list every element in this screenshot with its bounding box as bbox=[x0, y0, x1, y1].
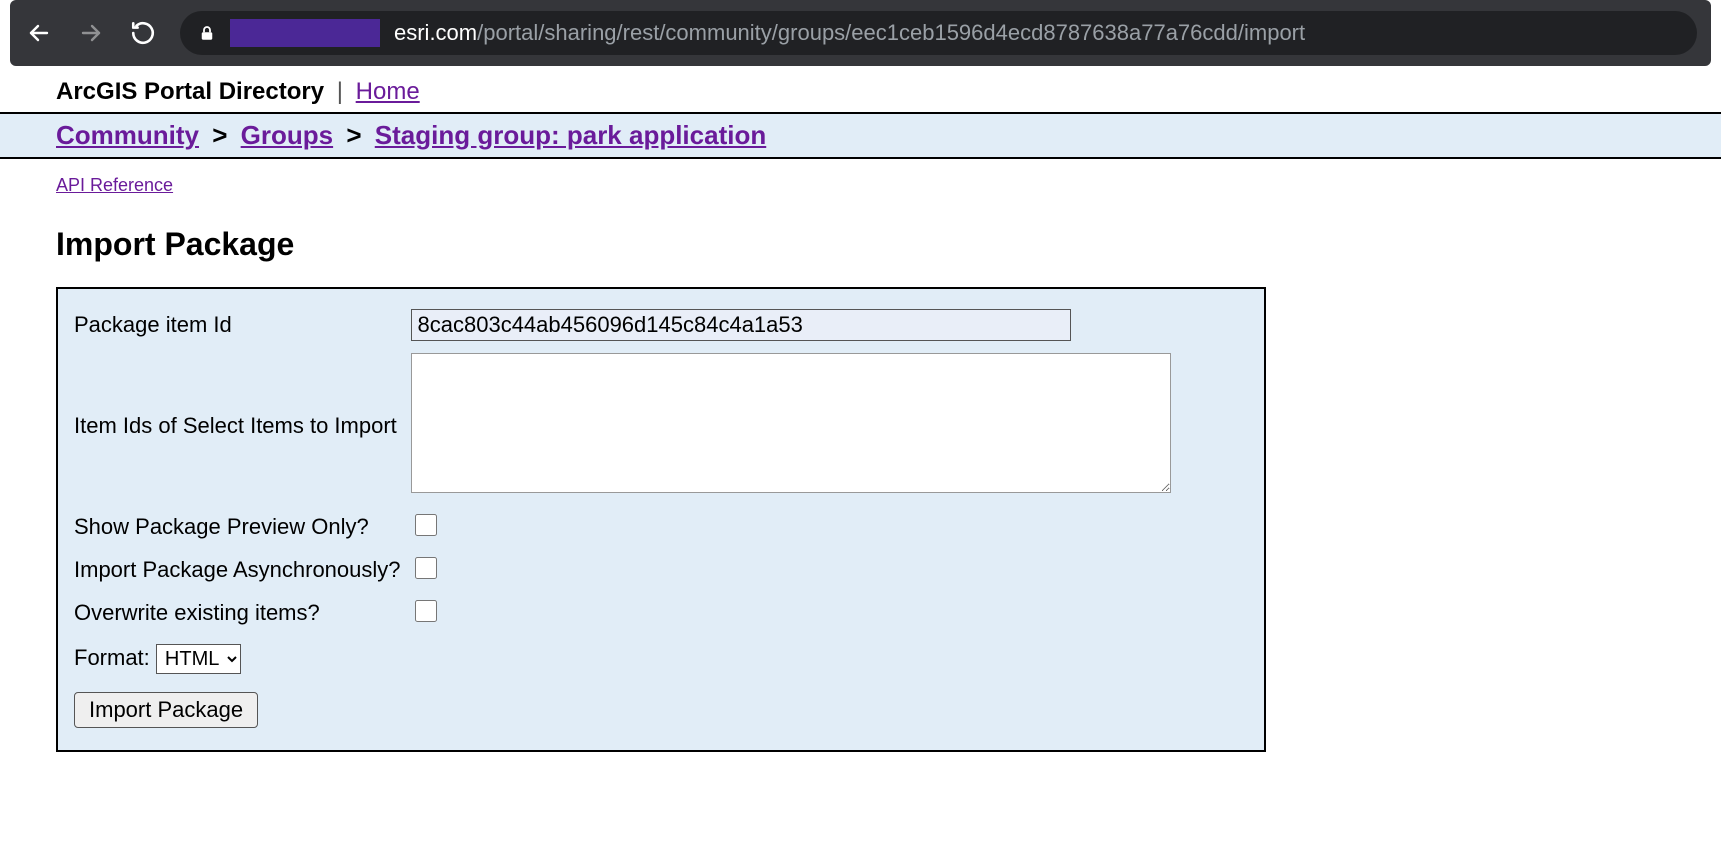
overwrite-label: Overwrite existing items? bbox=[74, 591, 411, 634]
breadcrumb: Community > Groups > Staging group: park… bbox=[0, 112, 1721, 159]
site-title: ArcGIS Portal Directory bbox=[56, 78, 324, 105]
async-checkbox[interactable] bbox=[415, 557, 437, 579]
preview-label: Show Package Preview Only? bbox=[74, 505, 411, 548]
back-button[interactable] bbox=[24, 18, 54, 48]
page-heading: Import Package bbox=[0, 226, 1721, 263]
api-reference-link[interactable]: API Reference bbox=[56, 175, 173, 195]
url-bar[interactable]: esri.com/portal/sharing/rest/community/g… bbox=[180, 11, 1697, 55]
reload-button[interactable] bbox=[128, 18, 158, 48]
browser-top-bar: esri.com/portal/sharing/rest/community/g… bbox=[10, 0, 1711, 66]
page-body: ArcGIS Portal Directory | Home Community… bbox=[0, 66, 1721, 792]
format-label: Format: bbox=[74, 645, 150, 670]
arrow-left-icon bbox=[27, 21, 51, 45]
async-label: Import Package Asynchronously? bbox=[74, 548, 411, 591]
package-id-input[interactable] bbox=[411, 309, 1071, 341]
reload-icon bbox=[130, 20, 156, 46]
arrow-right-icon bbox=[79, 21, 103, 45]
url-path: /portal/sharing/rest/community/groups/ee… bbox=[477, 20, 1305, 45]
lock-icon bbox=[198, 24, 216, 42]
forward-button[interactable] bbox=[76, 18, 106, 48]
redacted-host bbox=[230, 19, 380, 47]
import-package-form: Package item Id Item Ids of Select Items… bbox=[56, 287, 1266, 752]
site-title-line: ArcGIS Portal Directory | Home bbox=[0, 66, 1721, 112]
import-package-button[interactable]: Import Package bbox=[74, 692, 258, 728]
breadcrumb-group-name[interactable]: Staging group: park application bbox=[375, 120, 766, 150]
preview-checkbox[interactable] bbox=[415, 514, 437, 536]
breadcrumb-groups[interactable]: Groups bbox=[241, 120, 333, 150]
title-sep: | bbox=[331, 78, 349, 105]
item-ids-textarea[interactable] bbox=[411, 353, 1171, 493]
home-link[interactable]: Home bbox=[356, 78, 420, 105]
breadcrumb-community[interactable]: Community bbox=[56, 120, 199, 150]
package-id-label: Package item Id bbox=[74, 303, 411, 347]
url-domain: esri.com bbox=[394, 20, 477, 45]
item-ids-label: Item Ids of Select Items to Import bbox=[74, 347, 411, 505]
overwrite-checkbox[interactable] bbox=[415, 600, 437, 622]
format-select[interactable]: HTML bbox=[156, 644, 241, 674]
